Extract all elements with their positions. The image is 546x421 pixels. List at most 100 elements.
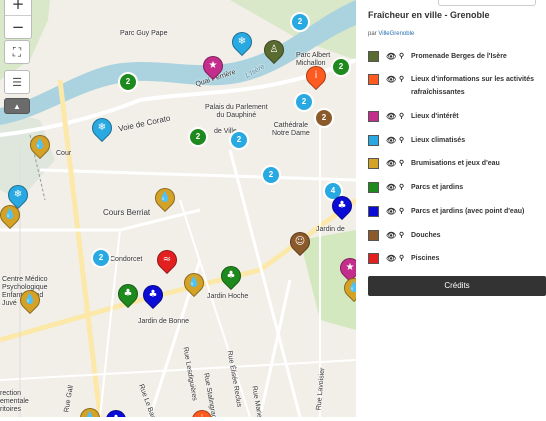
layer-climatise: 👁 ⚲ Lieux climatisés — [368, 134, 544, 148]
layer-label[interactable]: Lieux climatisés — [411, 134, 465, 147]
layer-swatch — [368, 206, 379, 217]
magnifier-icon[interactable]: ⚲ — [399, 205, 404, 218]
zoom-control: + − — [4, 0, 32, 39]
cluster-marker[interactable]: 2 — [188, 127, 208, 147]
droplet-icon: 💧 — [33, 139, 47, 150]
credits-button[interactable]: Crédits — [368, 276, 546, 296]
layer-label[interactable]: Brumisations et jeux d'eau — [411, 157, 500, 170]
layer-label[interactable]: Parcs et jardins (avec point d'eau) — [411, 205, 524, 218]
magnifier-icon[interactable]: ⚲ — [399, 252, 404, 265]
layer-swatch — [368, 74, 379, 85]
tree-icon: ♣ — [107, 411, 125, 417]
label-jardin-bonne: Jardin de Bonne — [138, 318, 189, 325]
cluster-marker[interactable]: 2 — [314, 108, 334, 128]
snowflake-icon: ❄ — [13, 189, 23, 200]
layer-parcs-eau: 👁 ⚲ Parcs et jardins (avec point d'eau) — [368, 205, 544, 219]
layer-swatch — [368, 135, 379, 146]
layer-swatch — [368, 111, 379, 122]
layer-brumisation: 👁 ⚲ Brumisations et jeux d'eau — [368, 157, 544, 171]
cluster-marker[interactable]: 2 — [290, 12, 310, 32]
author-prefix: par — [368, 31, 379, 37]
triangle-up-icon: ▲ — [13, 101, 21, 111]
magnifier-icon[interactable]: ⚲ — [399, 73, 404, 86]
cluster-marker[interactable]: 2 — [91, 248, 111, 268]
layer-label[interactable]: Douches — [411, 229, 441, 242]
layer-parcs: 👁 ⚲ Parcs et jardins — [368, 181, 544, 195]
label-jardin-de: Jardin de — [316, 226, 345, 233]
star-icon: ★ — [345, 262, 355, 273]
cluster-marker[interactable]: 2 — [331, 57, 351, 77]
cluster-marker[interactable]: 2 — [261, 165, 281, 185]
tree-icon: ♣ — [226, 270, 236, 281]
magnifier-icon[interactable]: ⚲ — [399, 181, 404, 194]
cluster-marker[interactable]: 2 — [229, 130, 249, 150]
droplet-icon: 💧 — [158, 192, 172, 203]
layer-douches: 👁 ⚲ Douches — [368, 229, 544, 243]
layer-swatch — [368, 182, 379, 193]
label-jardin-hoche: Jardin Hoche — [207, 293, 249, 300]
layer-label[interactable]: Lieux d'informations sur les activités r… — [411, 73, 541, 99]
database-icon: ☰ — [12, 76, 22, 89]
cluster-marker[interactable]: 2 — [118, 72, 138, 92]
fullscreen-button[interactable]: ⛶ — [4, 40, 30, 64]
layers-button[interactable]: ☰ — [4, 70, 30, 94]
cluster-marker[interactable]: 2 — [294, 92, 314, 112]
swimmer-icon: ≈ — [162, 254, 172, 265]
label-rection: rection ementale ritoires — [0, 390, 29, 413]
eye-icon[interactable]: 👁 — [386, 181, 396, 194]
layer-label[interactable]: Piscines — [411, 252, 439, 265]
layer-interest: 👁 ⚲ Lieux d'intérêt — [368, 110, 544, 124]
collapse-button[interactable]: ▲ — [4, 98, 30, 114]
tree-icon: ♣ — [148, 289, 158, 300]
eye-icon[interactable]: 👁 — [386, 134, 396, 147]
magnifier-icon[interactable]: ⚲ — [399, 134, 404, 147]
label-condorcet: Condorcet — [110, 256, 143, 263]
label-parc-guy-pape: Parc Guy Pape — [120, 30, 168, 37]
eye-icon[interactable]: 👁 — [386, 73, 396, 86]
map-view[interactable]: + − ⛶ ☰ ▲ Parc Guy Pape Quai Perrière L'… — [0, 0, 356, 417]
author-link[interactable]: VilleGrenoble — [378, 31, 414, 37]
layer-promenade: 👁 ⚲ Promenade Berges de l'Isère — [368, 50, 544, 64]
map-title: Fraîcheur en ville - Grenoble — [368, 10, 490, 20]
snowflake-icon: ❄ — [237, 36, 247, 47]
zoom-out-button[interactable]: − — [5, 16, 31, 38]
layer-info: 👁 ⚲ Lieux d'informations sur les activit… — [368, 73, 544, 99]
magnifier-icon[interactable]: ⚲ — [399, 229, 404, 242]
zoom-in-button[interactable]: + — [5, 0, 31, 16]
search-input[interactable] — [438, 0, 536, 6]
star-icon: ★ — [208, 60, 218, 71]
magnifier-icon[interactable]: ⚲ — [399, 157, 404, 170]
label-cathedrale: Cathédrale Notre Dame — [272, 122, 310, 137]
info-icon: i — [314, 70, 318, 81]
side-panel: Fraîcheur en ville - Grenoble par VilleG… — [358, 0, 546, 421]
info-icon: i — [193, 411, 211, 417]
layer-swatch — [368, 158, 379, 169]
droplet-icon: 💧 — [23, 294, 37, 305]
label-cours-berriat: Cours Berriat — [103, 208, 151, 217]
people-icon: ☺ — [294, 236, 306, 247]
droplet-icon: 💧 — [3, 209, 17, 220]
layer-label[interactable]: Parcs et jardins — [411, 181, 463, 194]
tree-icon: ♣ — [337, 200, 347, 211]
magnifier-icon[interactable]: ⚲ — [399, 110, 404, 123]
tree-icon: ♣ — [123, 288, 133, 299]
label-palais: Palais du Parlement du Dauphiné — [205, 104, 268, 119]
snowflake-icon: ❄ — [97, 122, 107, 133]
layer-label[interactable]: Lieux d'intérêt — [411, 110, 459, 123]
eye-icon[interactable]: 👁 — [386, 110, 396, 123]
eye-icon[interactable]: 👁 — [386, 229, 396, 242]
eye-icon[interactable]: 👁 — [386, 205, 396, 218]
hiker-icon: ♙ — [269, 44, 279, 55]
droplet-icon: 💧 — [347, 282, 356, 293]
layer-piscines: 👁 ⚲ Piscines — [368, 252, 544, 266]
author-line: par VilleGrenoble — [368, 31, 414, 37]
eye-icon[interactable]: 👁 — [386, 50, 396, 63]
layer-label[interactable]: Promenade Berges de l'Isère — [411, 50, 507, 63]
magnifier-icon[interactable]: ⚲ — [399, 50, 404, 63]
droplet-icon: 💧 — [187, 277, 201, 288]
eye-icon[interactable]: 👁 — [386, 157, 396, 170]
label-cour: Cour — [56, 150, 72, 157]
layer-swatch — [368, 51, 379, 62]
layer-swatch — [368, 253, 379, 264]
eye-icon[interactable]: 👁 — [386, 252, 396, 265]
